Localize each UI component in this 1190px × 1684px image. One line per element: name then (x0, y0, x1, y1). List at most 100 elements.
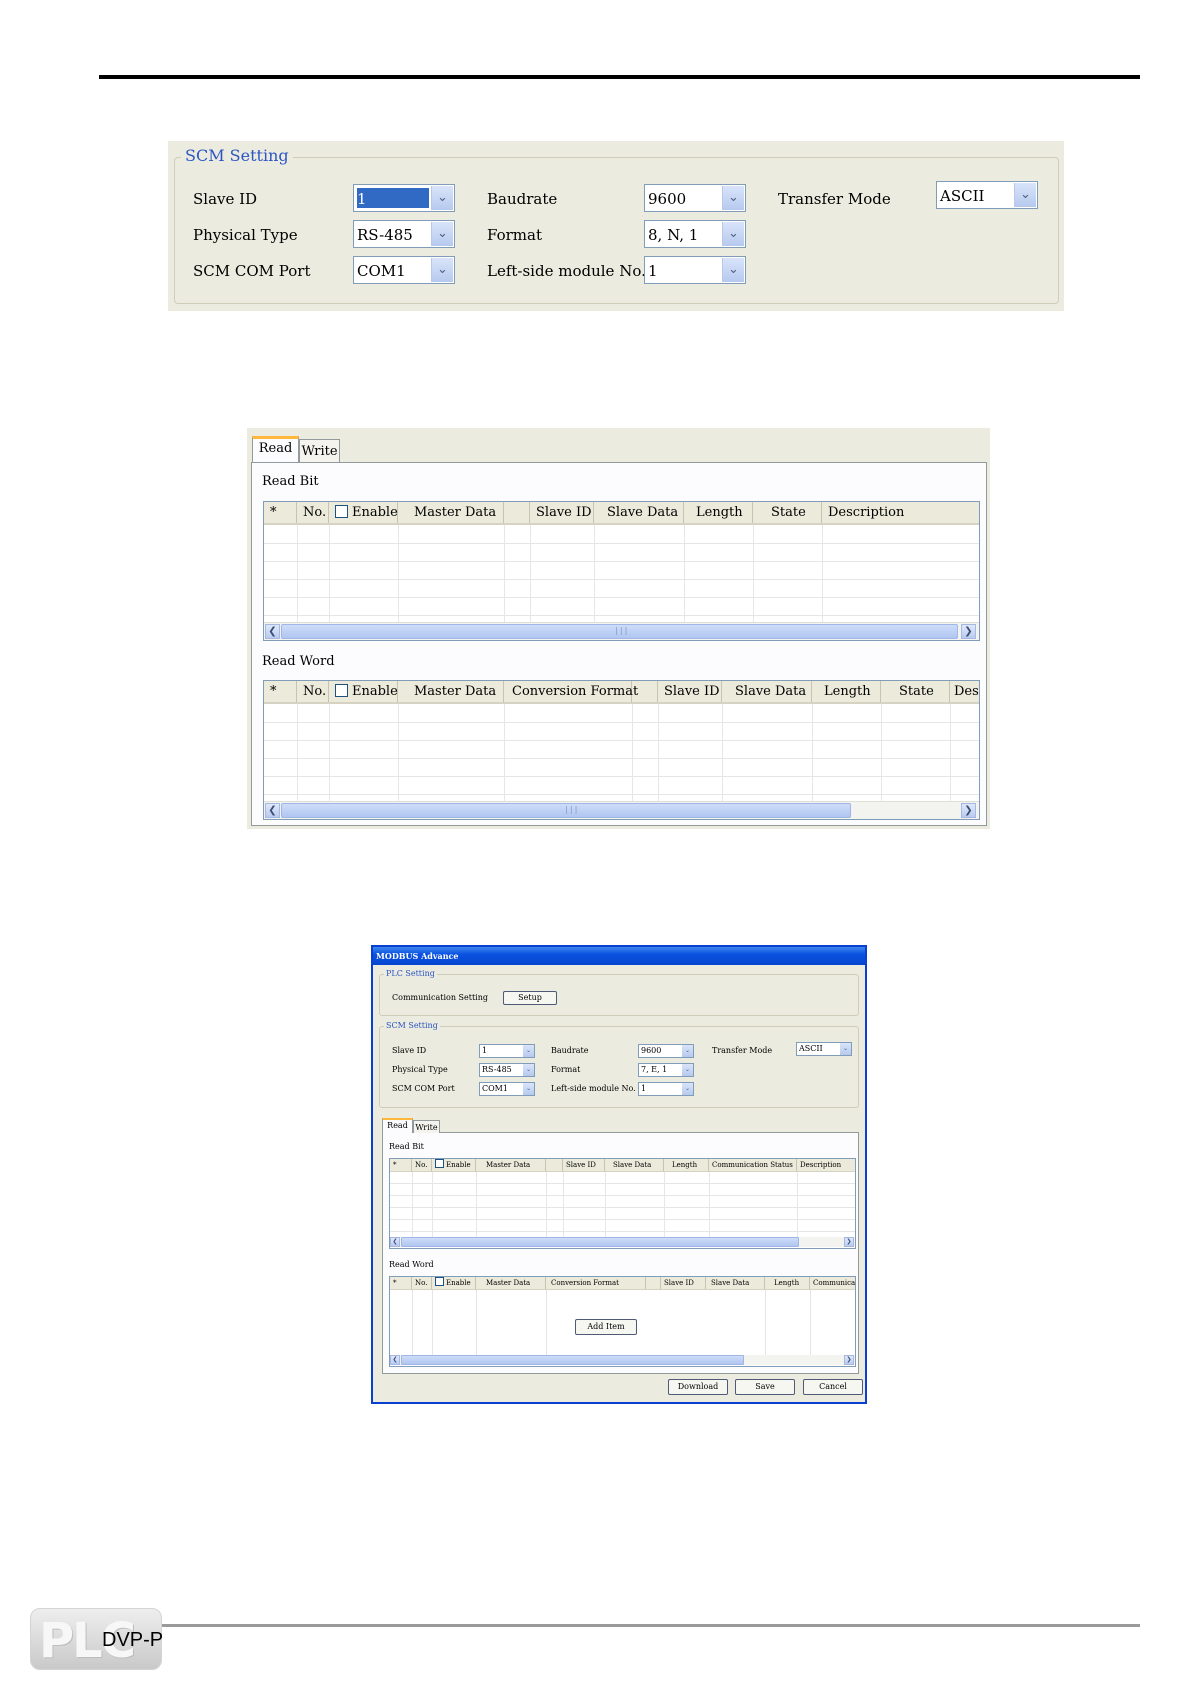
read-bit-hscrollbar[interactable]: ❮ ||| ❯ (264, 622, 979, 640)
chevron-down-icon[interactable]: ⌄ (523, 1045, 534, 1057)
scroll-thumb[interactable] (401, 1355, 744, 1365)
scroll-right-icon[interactable]: ❯ (961, 803, 976, 818)
chevron-down-icon[interactable]: ⌄ (722, 258, 744, 282)
chevron-down-icon[interactable]: ⌄ (840, 1043, 851, 1055)
col-enable-label: Enable (446, 1161, 471, 1169)
format-dropdown[interactable]: 7, E, 1 ⌄ (638, 1063, 694, 1077)
physical-type-dropdown[interactable]: RS-485 ⌄ (479, 1063, 535, 1077)
chevron-down-icon[interactable]: ⌄ (1014, 183, 1036, 207)
tab-read[interactable]: Read (252, 436, 299, 462)
col-length: Length (765, 1277, 810, 1289)
physical-type-label: Physical Type (392, 1065, 448, 1074)
scroll-left-icon[interactable]: ❮ (390, 1237, 400, 1247)
download-button[interactable]: Download (668, 1379, 728, 1395)
scroll-right-icon[interactable]: ❯ (961, 624, 976, 639)
checkbox-icon[interactable] (435, 1277, 444, 1286)
left-module-label: Left-side module No. (487, 262, 646, 280)
col-master-data: Master Data (476, 1159, 546, 1171)
add-item-button[interactable]: Add Item (575, 1319, 637, 1335)
baudrate-label: Baudrate (487, 190, 558, 208)
col-enable-label: Enable (446, 1279, 471, 1287)
col-star: * (264, 681, 297, 702)
slave-id-label: Slave ID (392, 1046, 427, 1055)
col-no: No. (297, 681, 329, 702)
chevron-down-icon[interactable]: ⌄ (523, 1083, 534, 1095)
read-word-hscrollbar[interactable]: ❮ ❯ (390, 1355, 855, 1365)
col-enable-label: Enable (352, 684, 398, 699)
col-description: Des (954, 684, 979, 699)
checkbox-icon[interactable] (435, 1159, 444, 1168)
transfer-mode-label: Transfer Mode (712, 1046, 773, 1055)
com-port-dropdown[interactable]: COM1 ⌄ (479, 1082, 535, 1096)
plc-setting-title: PLC Setting (384, 969, 437, 978)
read-bit-hscrollbar[interactable]: ❮ ❯ (390, 1237, 855, 1247)
physical-type-value: RS-485 (482, 1065, 512, 1074)
transfer-mode-dropdown[interactable]: ASCII ⌄ (936, 181, 1038, 209)
com-port-label: SCM COM Port (193, 262, 311, 280)
chevron-down-icon[interactable]: ⌄ (431, 222, 453, 246)
scm-setting-title: SCM Setting (181, 146, 293, 165)
scm-setting-title: SCM Setting (384, 1021, 440, 1030)
col-master-data: Master Data (398, 502, 504, 523)
left-module-label: Left-side module No. (551, 1084, 636, 1093)
chevron-down-icon[interactable]: ⌄ (431, 186, 453, 210)
left-module-dropdown[interactable]: 1 ⌄ (644, 256, 746, 284)
col-state: State (881, 681, 950, 702)
chevron-down-icon[interactable]: ⌄ (722, 186, 744, 210)
scroll-left-icon[interactable]: ❮ (390, 1355, 400, 1365)
checkbox-icon[interactable] (335, 684, 348, 697)
slave-id-dropdown[interactable]: 1 ⌄ (353, 184, 455, 212)
scroll-thumb[interactable] (401, 1237, 799, 1247)
left-module-dropdown[interactable]: 1 ⌄ (638, 1082, 694, 1096)
col-description: Description (828, 505, 905, 520)
col-star: * (390, 1277, 412, 1289)
physical-type-dropdown[interactable]: RS-485 ⌄ (353, 220, 455, 248)
chevron-down-icon[interactable]: ⌄ (682, 1045, 693, 1057)
cancel-button[interactable]: Cancel (803, 1379, 863, 1395)
com-port-dropdown[interactable]: COM1 ⌄ (353, 256, 455, 284)
scroll-right-icon[interactable]: ❯ (844, 1355, 854, 1365)
col-master-data: Master Data (476, 1277, 546, 1289)
chevron-down-icon[interactable]: ⌄ (682, 1083, 693, 1095)
col-enable[interactable]: Enable (329, 502, 398, 523)
col-enable[interactable]: Enable (432, 1277, 476, 1289)
setup-button[interactable]: Setup (503, 991, 557, 1005)
tab-write[interactable]: Write (299, 439, 340, 462)
scroll-left-icon[interactable]: ❮ (265, 624, 280, 639)
format-label: Format (487, 226, 542, 244)
baudrate-value: 9600 (641, 1046, 662, 1055)
read-word-hscrollbar[interactable]: ❮ ||| ❯ (264, 801, 979, 819)
scroll-right-icon[interactable]: ❯ (844, 1237, 854, 1247)
chevron-down-icon[interactable]: ⌄ (431, 258, 453, 282)
tab-read[interactable]: Read (382, 1118, 413, 1133)
chevron-down-icon[interactable]: ⌄ (722, 222, 744, 246)
checkbox-icon[interactable] (335, 505, 348, 518)
read-bit-header: * No. Enable Master Data Slave ID Slave … (390, 1159, 855, 1172)
col-conversion-format: Conversion Format (546, 1277, 646, 1289)
col-blank (546, 1159, 563, 1171)
modbus-advance-window: MODBUS Advance PLC Setting Communication… (371, 945, 867, 1404)
format-dropdown[interactable]: 8, N, 1 ⌄ (644, 220, 746, 248)
scroll-left-icon[interactable]: ❮ (265, 803, 280, 818)
slave-id-dropdown[interactable]: 1 ⌄ (479, 1044, 535, 1058)
footer-rule (99, 1624, 1140, 1627)
read-bit-grid[interactable]: * No. Enable Master Data Slave ID Slave … (389, 1158, 856, 1249)
baudrate-dropdown[interactable]: 9600 ⌄ (638, 1044, 694, 1058)
model-label: DVP-P (102, 1629, 164, 1651)
save-button[interactable]: Save (735, 1379, 795, 1395)
chevron-down-icon[interactable]: ⌄ (682, 1064, 693, 1076)
col-blank (504, 502, 530, 523)
col-enable[interactable]: Enable (329, 681, 398, 702)
transfer-mode-dropdown[interactable]: ASCII ⌄ (796, 1042, 852, 1056)
read-word-grid[interactable]: * No. Enable Master Data Conversion Form… (263, 680, 980, 820)
baudrate-dropdown[interactable]: 9600 ⌄ (644, 184, 746, 212)
col-enable[interactable]: Enable (432, 1159, 476, 1171)
col-no: No. (412, 1159, 432, 1171)
read-bit-header: * No. Enable Master Data Slave ID Slave … (264, 502, 979, 525)
tab-write[interactable]: Write (413, 1120, 440, 1133)
col-slave-data: Slave Data (605, 1159, 664, 1171)
read-bit-grid[interactable]: * No. Enable Master Data Slave ID Slave … (263, 501, 980, 641)
chevron-down-icon[interactable]: ⌄ (523, 1064, 534, 1076)
header-rule (99, 75, 1140, 79)
read-word-grid[interactable]: * No. Enable Master Data Conversion Form… (389, 1276, 856, 1367)
